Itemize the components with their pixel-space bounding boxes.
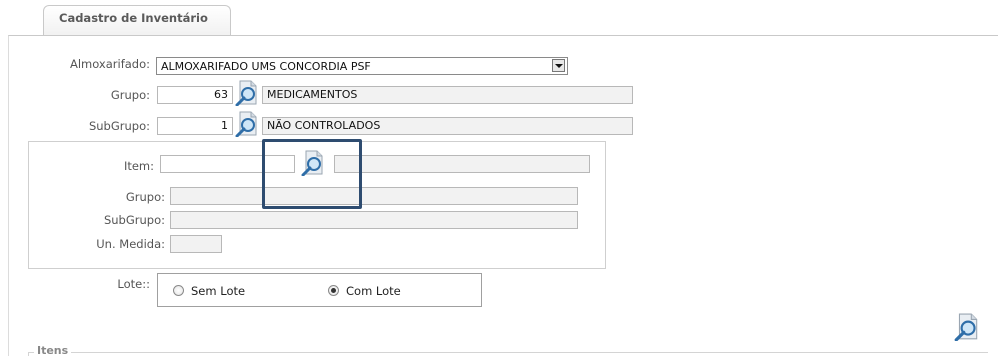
subgrupo-code-input[interactable]: 1 [157,117,233,135]
almoxarifado-select[interactable]: ALMOXARIFADO UMS CONCORDIA PSF [156,57,568,75]
subgrupo-lookup-icon[interactable] [234,111,260,137]
item-grupo-label: Grupo: [125,190,165,204]
tab-label: Cadastro de Inventário [59,11,208,25]
sem-lote-radio[interactable] [173,285,184,296]
subgrupo-label: SubGrupo: [88,119,150,133]
un-medida-value [170,235,222,253]
un-medida-label: Un. Medida: [96,237,165,251]
search-document-icon[interactable] [953,313,981,341]
itens-legend: Itens [34,344,72,357]
item-subgrupo-value [170,211,578,229]
grupo-lookup-icon[interactable] [234,80,260,106]
almoxarifado-value: ALMOXARIFADO UMS CONCORDIA PSF [161,60,371,73]
itens-divider [28,352,988,353]
almoxarifado-label: Almoxarifado: [69,57,150,71]
chevron-down-icon[interactable] [552,59,565,72]
lote-label: Lote:: [117,277,150,291]
itens-divider-tick [28,352,29,356]
item-description [334,155,590,173]
item-subgrupo-label: SubGrupo: [103,213,165,227]
com-lote-radio[interactable] [328,285,339,296]
com-lote-label[interactable]: Com Lote [346,284,401,298]
grupo-label: Grupo: [110,88,150,102]
item-label: Item: [123,159,154,173]
sem-lote-label[interactable]: Sem Lote [191,284,245,298]
tab-bar: Cadastro de Inventário [0,0,998,36]
item-lookup-highlight [262,139,362,209]
grupo-code-input[interactable]: 63 [157,86,233,104]
grupo-description: MEDICAMENTOS [262,86,633,104]
item-grupo-value [170,187,578,205]
subgrupo-description: NÃO CONTROLADOS [262,117,633,135]
